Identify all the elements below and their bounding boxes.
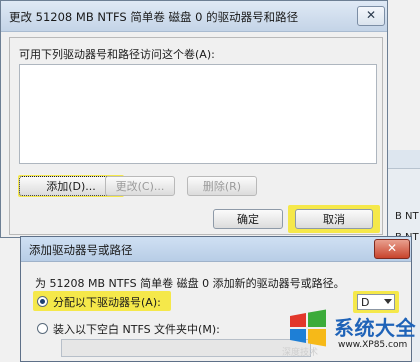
drive-paths-label: 可用下列驱动器号和路径访问这个卷(A): (19, 48, 215, 61)
add-dialog-close-button[interactable]: ✕ (374, 239, 410, 259)
watermark-url: www.XP85.com (338, 340, 408, 350)
bg-text-line-1: B NT (395, 211, 419, 222)
change-button[interactable]: 更改(C)... (105, 176, 175, 196)
dialog-titlebar: 更改 51208 MB NTFS 简单卷 磁盘 0 的驱动器号和路径 ✕ (1, 1, 387, 32)
assign-letter-label[interactable]: 分配以下驱动器号(A): (53, 294, 161, 310)
windows-logo-icon (290, 309, 326, 347)
mount-folder-radio[interactable] (37, 323, 48, 334)
chevron-down-icon (384, 299, 392, 304)
add-dialog-description: 为 51208 MB NTFS 简单卷 磁盘 0 添加新的驱动器号或路径。 (35, 277, 345, 290)
close-button[interactable]: ✕ (357, 6, 385, 26)
drive-paths-list[interactable] (19, 64, 377, 164)
ok-button[interactable]: 确定 (213, 209, 283, 229)
add-dialog-titlebar: 添加驱动器号或路径 ✕ (21, 237, 411, 262)
change-drive-letter-dialog: 更改 51208 MB NTFS 简单卷 磁盘 0 的驱动器号和路径 ✕ 可用下… (0, 0, 388, 238)
watermark-brand: 系统大全 (334, 316, 416, 340)
drive-letter-select[interactable]: D (357, 294, 395, 310)
remove-button[interactable]: 删除(R) (187, 176, 257, 196)
mount-folder-label[interactable]: 装入以下空白 NTFS 文件夹中(M): (53, 321, 220, 337)
assign-letter-radio[interactable] (37, 296, 48, 307)
watermark-faded-text: 深度技术 (282, 348, 319, 358)
drive-letter-value: D (361, 296, 370, 309)
cancel-button[interactable]: 取消 (295, 209, 373, 229)
bg-window-strip (385, 150, 420, 169)
add-dialog-title: 添加驱动器号或路径 (29, 243, 133, 257)
radio-selected-dot (40, 299, 45, 304)
folder-path-input[interactable] (61, 339, 311, 357)
dialog-title: 更改 51208 MB NTFS 简单卷 磁盘 0 的驱动器号和路径 (9, 10, 299, 24)
